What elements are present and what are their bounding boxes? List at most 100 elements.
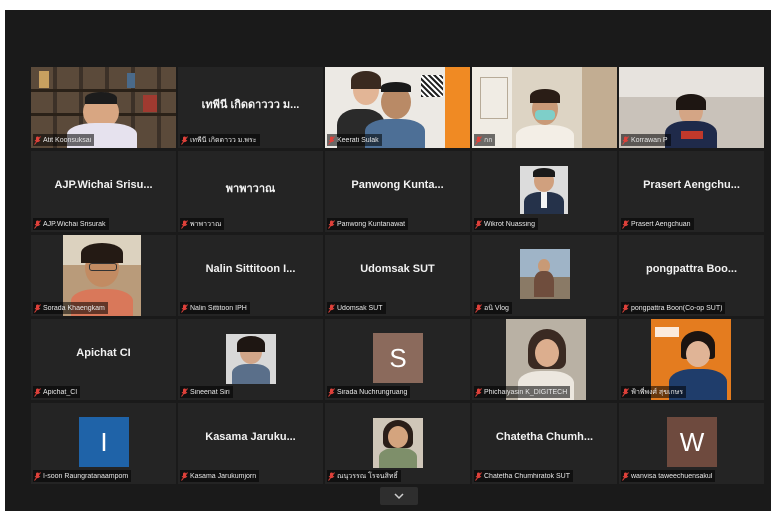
- participant-tile[interactable]: Wwanvisa taweechuensakul: [619, 403, 764, 484]
- participant-tile[interactable]: กก: [472, 67, 617, 148]
- participant-tile[interactable]: อนิ Vlog: [472, 235, 617, 316]
- participant-name-text: อนิ Vlog: [484, 304, 509, 312]
- participant-name-label: I-soon Raungratanaampom: [33, 470, 132, 482]
- participant-name-text: Sorada Khaengkam: [43, 304, 105, 312]
- participant-tile[interactable]: Prasert Aengchu... Prasert Aengchuan: [619, 151, 764, 232]
- mic-muted-icon: [475, 135, 482, 145]
- participant-name-text: ณนุวรรณ โรจนสิทธิ์: [337, 472, 398, 480]
- mic-muted-icon: [34, 387, 41, 397]
- scroll-down-button[interactable]: [380, 487, 418, 505]
- participant-name-text: Sineenat Siri: [190, 388, 230, 396]
- participant-tile[interactable]: I I-soon Raungratanaampom: [31, 403, 176, 484]
- participant-tile[interactable]: Nalin Sittitoon I... Nalin Sittitoon IPH: [178, 235, 323, 316]
- participant-name-text: AJP.Wichai Srisurak: [43, 220, 106, 228]
- mic-muted-icon: [622, 219, 629, 229]
- chevron-down-icon: [394, 492, 404, 499]
- participant-display-name: Nalin Sittitoon I...: [205, 263, 296, 275]
- mic-muted-icon: [34, 471, 41, 481]
- participant-name-label: Sorada Khaengkam: [33, 302, 108, 314]
- participant-name-text: กก: [484, 136, 493, 144]
- zoom-gallery-window: Atit Koonsuksai เทพีนี เกิดดาววว ม... เทพี…: [5, 10, 771, 511]
- participant-name-text: I-soon Raungratanaampom: [43, 472, 129, 480]
- participant-name-label: Sineenat Siri: [180, 386, 233, 398]
- participant-tile[interactable]: Wikrot Nuassing: [472, 151, 617, 232]
- participant-display-name: Udomsak SUT: [360, 263, 435, 275]
- mic-muted-icon: [622, 387, 629, 397]
- participant-display-name: AJP.Wichai Srisu...: [54, 179, 153, 191]
- participant-tile[interactable]: ฟ้าพี่พงศ์ สุขเกษร: [619, 319, 764, 400]
- participant-display-name: Prasert Aengchu...: [643, 179, 740, 191]
- avatar-initial: I: [79, 417, 129, 467]
- participant-name-text: Sirada Nuchrungruang: [337, 388, 408, 396]
- participant-name-label: ณนุวรรณ โรจนสิทธิ์: [327, 470, 401, 482]
- mic-muted-icon: [181, 471, 188, 481]
- participant-name-label: Udomsak SUT: [327, 302, 386, 314]
- mic-muted-icon: [622, 135, 629, 145]
- mic-muted-icon: [181, 387, 188, 397]
- mic-muted-icon: [328, 135, 335, 145]
- participant-tile[interactable]: Keerati Sulak: [325, 67, 470, 148]
- participant-name-text: Udomsak SUT: [337, 304, 383, 312]
- participant-tile[interactable]: Korrawan P: [619, 67, 764, 148]
- participant-tile[interactable]: ณนุวรรณ โรจนสิทธิ์: [325, 403, 470, 484]
- participant-name-label: wanvisa taweechuensakul: [621, 470, 716, 482]
- participant-name-label: อนิ Vlog: [474, 302, 512, 314]
- avatar-initial: W: [667, 417, 717, 467]
- mic-muted-icon: [328, 219, 335, 229]
- mic-muted-icon: [328, 387, 335, 397]
- participant-grid: Atit Koonsuksai เทพีนี เกิดดาววว ม... เทพี…: [31, 67, 764, 484]
- participant-name-label: Wikrot Nuassing: [474, 218, 538, 230]
- mic-muted-icon: [475, 219, 482, 229]
- participant-name-text: wanvisa taweechuensakul: [631, 472, 713, 480]
- mic-muted-icon: [475, 387, 482, 397]
- mic-muted-icon: [34, 219, 41, 229]
- participant-name-text: pongpattra Boon(Co-op SUT): [631, 304, 723, 312]
- participant-name-label: pongpattra Boon(Co-op SUT): [621, 302, 726, 314]
- participant-tile[interactable]: Chatetha Chumh... Chatetha Chumhiratok SU…: [472, 403, 617, 484]
- participant-tile[interactable]: Sineenat Siri: [178, 319, 323, 400]
- participant-tile[interactable]: Kasama Jaruku... Kasama Jarukumjorn: [178, 403, 323, 484]
- participant-name-label: Apichat_CI: [33, 386, 81, 398]
- participant-tile[interactable]: Phichaiyasin K_DIGITECH: [472, 319, 617, 400]
- mic-muted-icon: [622, 471, 629, 481]
- mic-muted-icon: [181, 135, 188, 145]
- participant-name-label: Phichaiyasin K_DIGITECH: [474, 386, 571, 398]
- participant-name-label: Nalin Sittitoon IPH: [180, 302, 250, 314]
- participant-name-text: Apichat_CI: [43, 388, 78, 396]
- participant-name-label: Keerati Sulak: [327, 134, 382, 146]
- participant-display-name: Apichat CI: [76, 347, 131, 359]
- participant-name-label: กก: [474, 134, 496, 146]
- participant-display-name: เทพีนี เกิดดาววว ม...: [201, 99, 300, 111]
- participant-name-text: Prasert Aengchuan: [631, 220, 691, 228]
- participant-name-text: ฟ้าพี่พงศ์ สุขเกษร: [631, 388, 683, 396]
- participant-name-text: Atit Koonsuksai: [43, 136, 92, 144]
- mic-muted-icon: [34, 135, 41, 145]
- participant-name-text: Nalin Sittitoon IPH: [190, 304, 247, 312]
- participant-name-label: AJP.Wichai Srisurak: [33, 218, 109, 230]
- participant-tile[interactable]: Apichat CI Apichat_CI: [31, 319, 176, 400]
- participant-tile[interactable]: พาพาวาณ พาพาวาณ: [178, 151, 323, 232]
- participant-name-label: Prasert Aengchuan: [621, 218, 694, 230]
- participant-name-text: พาพาวาณ: [190, 220, 222, 228]
- participant-name-text: Kasama Jarukumjorn: [190, 472, 257, 480]
- participant-tile[interactable]: pongpattra Boo... pongpattra Boon(Co-op S…: [619, 235, 764, 316]
- participant-name-label: Chatetha Chumhiratok SUT: [474, 470, 573, 482]
- participant-tile[interactable]: เทพีนี เกิดดาววว ม... เทพีนี เกิดดาวว ม.พ…: [178, 67, 323, 148]
- mic-muted-icon: [181, 303, 188, 313]
- participant-tile[interactable]: Udomsak SUT Udomsak SUT: [325, 235, 470, 316]
- participant-display-name: pongpattra Boo...: [645, 263, 738, 275]
- participant-name-text: Keerati Sulak: [337, 136, 379, 144]
- participant-tile[interactable]: AJP.Wichai Srisu... AJP.Wichai Srisurak: [31, 151, 176, 232]
- participant-tile[interactable]: Panwong Kunta... Panwong Kuntanawat: [325, 151, 470, 232]
- participant-name-label: เทพีนี เกิดดาวว ม.พระ: [180, 134, 260, 146]
- participant-tile[interactable]: Sorada Khaengkam: [31, 235, 176, 316]
- participant-tile[interactable]: Atit Koonsuksai: [31, 67, 176, 148]
- participant-name-label: ฟ้าพี่พงศ์ สุขเกษร: [621, 386, 686, 398]
- mic-muted-icon: [34, 303, 41, 313]
- participant-name-label: Atit Koonsuksai: [33, 134, 95, 146]
- participant-display-name: พาพาวาณ: [225, 183, 276, 195]
- participant-name-text: Panwong Kuntanawat: [337, 220, 406, 228]
- participant-display-name: Chatetha Chumh...: [495, 431, 594, 443]
- participant-tile[interactable]: S Sirada Nuchrungruang: [325, 319, 470, 400]
- participant-name-label: พาพาวาณ: [180, 218, 225, 230]
